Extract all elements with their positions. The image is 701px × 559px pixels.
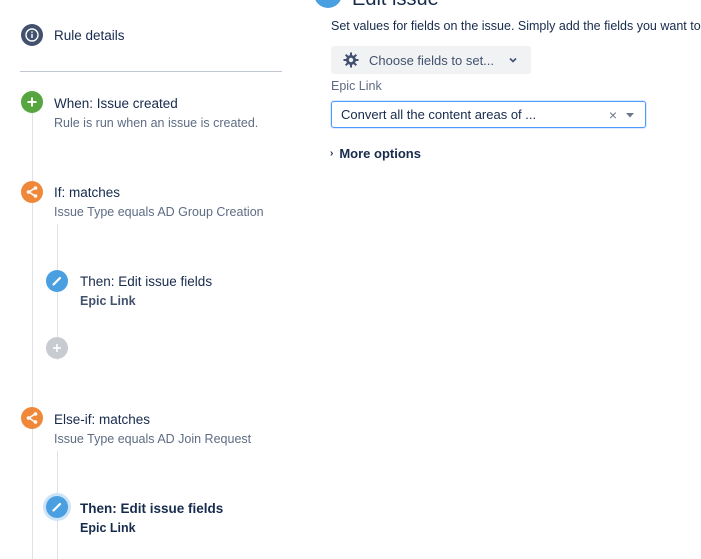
trigger-title[interactable]: When: Issue created — [54, 96, 178, 111]
plus-icon — [53, 344, 61, 352]
more-options-toggle[interactable]: › More options — [330, 146, 421, 161]
branch-icon[interactable] — [21, 407, 43, 429]
chevron-down-icon — [508, 55, 518, 65]
plus-icon[interactable] — [21, 91, 43, 113]
condition-else-if-title[interactable]: Else-if: matches — [54, 412, 150, 427]
component-config-panel: Edit issue Set values for fields on the … — [300, 0, 701, 559]
more-options-label: More options — [339, 146, 421, 161]
branch-icon[interactable] — [21, 181, 43, 203]
choose-fields-label: Choose fields to set... — [369, 52, 495, 68]
condition-else-if-subtitle: Issue Type equals AD Join Request — [54, 432, 252, 446]
pencil-icon[interactable] — [46, 496, 68, 518]
epic-link-label: Epic Link — [331, 79, 382, 93]
action-1-title[interactable]: Then: Edit issue fields — [80, 274, 212, 289]
rule-details-link[interactable]: Rule details — [54, 28, 125, 43]
info-icon[interactable] — [21, 24, 43, 46]
chevron-right-icon: › — [330, 148, 334, 159]
gear-icon — [343, 52, 359, 68]
panel-description: Set values for fields on the issue. Simp… — [331, 19, 701, 33]
action-2-subtitle: Epic Link — [80, 521, 136, 535]
action-2-title[interactable]: Then: Edit issue fields — [80, 501, 223, 516]
pencil-icon — [314, 0, 342, 8]
clear-icon[interactable]: × — [605, 107, 621, 123]
epic-link-select[interactable]: Convert all the content areas of ... × — [331, 101, 646, 128]
rule-tree: Rule details When: Issue created Rule is… — [0, 0, 300, 559]
pencil-icon[interactable] — [46, 270, 68, 292]
action-1-subtitle: Epic Link — [80, 294, 136, 308]
epic-link-value[interactable]: Convert all the content areas of ... — [341, 107, 605, 122]
tree-connector-main — [32, 112, 33, 559]
panel-heading: Edit issue — [352, 0, 439, 11]
condition-if-title[interactable]: If: matches — [54, 185, 120, 200]
caret-down-icon[interactable] — [625, 111, 635, 119]
add-component-button[interactable] — [46, 337, 68, 359]
choose-fields-button[interactable]: Choose fields to set... — [331, 46, 531, 74]
trigger-subtitle: Rule is run when an issue is created. — [54, 116, 259, 130]
divider — [20, 71, 282, 72]
condition-if-subtitle: Issue Type equals AD Group Creation — [54, 205, 264, 219]
